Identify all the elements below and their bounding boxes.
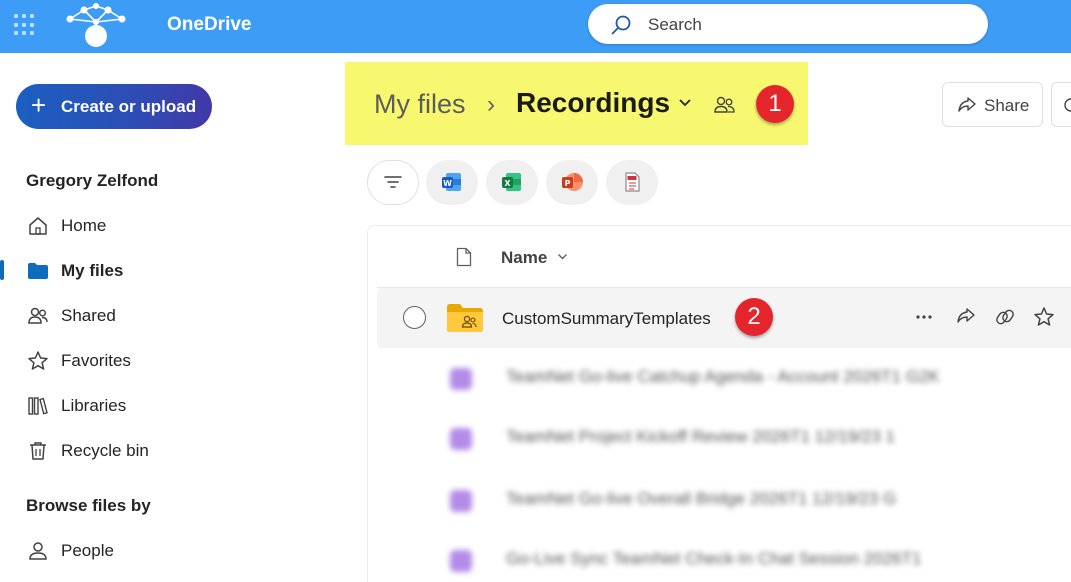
shared-folder-icon bbox=[447, 304, 483, 332]
annotation-badge-2: 2 bbox=[735, 298, 773, 336]
sidebar-item-label: Shared bbox=[61, 306, 116, 325]
excel-filter-button[interactable]: X bbox=[486, 160, 538, 205]
sidebar-item-label: Recycle bin bbox=[61, 441, 149, 460]
sidebar-item-people[interactable]: People bbox=[0, 530, 340, 570]
blurred-file-name: TeamNet Project Kickoff Review 2026T1 12… bbox=[506, 427, 896, 446]
person-icon bbox=[29, 542, 47, 560]
top-bar: OneDrive Search bbox=[0, 0, 1071, 53]
blurred-file-name: TeamNet Go-live Overall Bridge 2026T1 12… bbox=[506, 489, 897, 508]
recording-file-icon bbox=[450, 368, 472, 390]
sidebar-item-libraries[interactable]: Libraries bbox=[0, 385, 340, 425]
pdf-filter-button[interactable] bbox=[606, 160, 658, 205]
list-item[interactable]: TeamNet Go-live Catchup Agenda - Account… bbox=[440, 363, 1071, 393]
filter-icon bbox=[384, 176, 402, 188]
copy-link-icon[interactable] bbox=[994, 306, 1016, 328]
more-options-icon[interactable] bbox=[914, 306, 934, 328]
svg-text:P: P bbox=[565, 179, 571, 188]
copy-link-icon bbox=[1064, 98, 1071, 112]
breadcrumb-my-files[interactable]: My files bbox=[374, 89, 466, 120]
sidebar-item-label: Libraries bbox=[61, 396, 127, 415]
browse-files-heading: Browse files by bbox=[26, 496, 151, 515]
pdf-icon bbox=[625, 172, 640, 192]
home-icon bbox=[29, 217, 47, 235]
recording-file-icon bbox=[450, 490, 472, 512]
name-column-header[interactable]: Name bbox=[501, 248, 547, 268]
more-toolbar-button[interactable] bbox=[1051, 82, 1071, 127]
onedrive-logo-icon bbox=[66, 3, 126, 47]
breadcrumb-current-folder[interactable]: Recordings bbox=[516, 87, 670, 119]
search-input[interactable]: Search bbox=[648, 15, 702, 35]
file-list-panel bbox=[367, 225, 1071, 582]
list-item[interactable]: Go-Live Sync TeamNet Check-In Chat Sessi… bbox=[440, 545, 1071, 575]
chevron-down-icon[interactable] bbox=[678, 98, 692, 108]
annotation-badge-1: 1 bbox=[756, 85, 794, 123]
row-select-checkbox[interactable] bbox=[403, 306, 426, 329]
sort-chevron-icon[interactable] bbox=[557, 253, 568, 261]
trash-icon bbox=[30, 442, 46, 460]
share-icon[interactable] bbox=[955, 306, 977, 328]
breadcrumb-separator: › bbox=[487, 91, 495, 118]
sidebar-item-my-files[interactable]: My files bbox=[0, 250, 340, 290]
sidebar-item-favorites[interactable]: Favorites bbox=[0, 340, 340, 380]
folder-icon bbox=[28, 263, 48, 279]
star-icon bbox=[28, 351, 48, 370]
search-icon bbox=[611, 15, 631, 35]
list-item[interactable]: TeamNet Project Kickoff Review 2026T1 12… bbox=[440, 423, 1071, 453]
sidebar-item-home[interactable]: Home bbox=[0, 205, 340, 245]
sidebar-item-shared[interactable]: Shared bbox=[0, 295, 340, 335]
share-icon bbox=[958, 97, 976, 112]
blurred-file-name: TeamNet Go-live Catchup Agenda - Account… bbox=[506, 367, 940, 386]
share-label: Share bbox=[984, 96, 1030, 115]
shared-people-icon[interactable] bbox=[712, 94, 738, 116]
sidebar-item-recycle-bin[interactable]: Recycle bin bbox=[0, 430, 340, 470]
powerpoint-filter-button[interactable]: P bbox=[546, 160, 598, 205]
sidebar-item-label: Home bbox=[61, 216, 107, 235]
word-filter-button[interactable]: W bbox=[426, 160, 478, 205]
share-button[interactable]: Share bbox=[942, 82, 1043, 127]
sidebar-item-label: People bbox=[61, 541, 114, 560]
app-title[interactable]: OneDrive bbox=[167, 14, 251, 36]
word-icon: W bbox=[442, 173, 461, 191]
list-item[interactable]: TeamNet Go-live Overall Bridge 2026T1 12… bbox=[440, 485, 1071, 515]
plus-icon: + bbox=[31, 90, 47, 120]
powerpoint-icon: P bbox=[562, 173, 583, 191]
recording-file-icon bbox=[450, 550, 472, 572]
create-or-upload-button[interactable]: + Create or upload bbox=[16, 84, 212, 129]
recording-file-icon bbox=[450, 428, 472, 450]
excel-icon: X bbox=[502, 173, 521, 191]
file-name-link[interactable]: CustomSummaryTemplates bbox=[502, 309, 711, 329]
libraries-icon bbox=[28, 397, 48, 415]
blurred-file-name: Go-Live Sync TeamNet Check-In Chat Sessi… bbox=[506, 549, 922, 568]
svg-text:X: X bbox=[504, 179, 511, 188]
search-box[interactable]: Search bbox=[588, 4, 988, 44]
app-launcher-icon[interactable] bbox=[14, 14, 36, 36]
filter-button[interactable] bbox=[367, 160, 419, 205]
create-or-upload-label: Create or upload bbox=[61, 97, 197, 116]
sidebar-item-label: My files bbox=[61, 261, 124, 280]
svg-text:W: W bbox=[443, 179, 452, 188]
people-icon bbox=[28, 307, 48, 324]
favorite-star-icon[interactable] bbox=[1033, 306, 1055, 328]
user-name-heading: Gregory Zelfond bbox=[26, 171, 159, 190]
sidebar-item-label: Favorites bbox=[61, 351, 131, 370]
file-type-header-icon bbox=[456, 247, 472, 267]
